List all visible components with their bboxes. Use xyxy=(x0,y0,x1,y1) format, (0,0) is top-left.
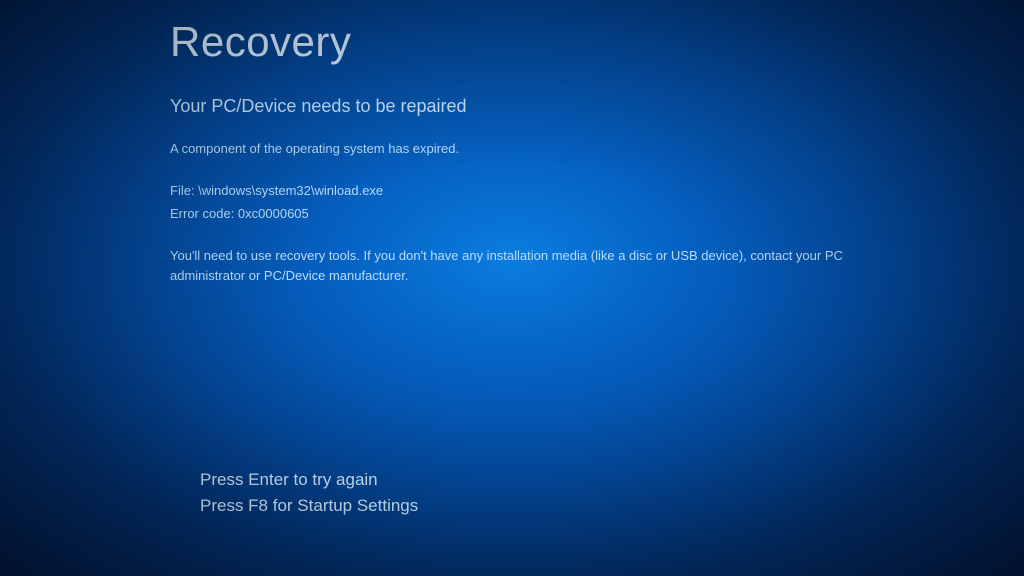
recovery-instructions: You'll need to use recovery tools. If yo… xyxy=(170,246,910,288)
key-actions: Press Enter to try again Press F8 for St… xyxy=(200,470,418,522)
expired-block: A component of the operating system has … xyxy=(170,139,930,159)
file-error-block: File: \windows\system32\winload.exe Erro… xyxy=(170,181,930,224)
enter-action: Press Enter to try again xyxy=(200,470,418,490)
page-title: Recovery xyxy=(170,18,930,66)
repair-subtitle: Your PC/Device needs to be repaired xyxy=(170,96,930,117)
expired-message: A component of the operating system has … xyxy=(170,139,930,159)
file-path: File: \windows\system32\winload.exe xyxy=(170,181,930,201)
recovery-screen: Recovery Your PC/Device needs to be repa… xyxy=(170,18,930,287)
error-code: Error code: 0xc0000605 xyxy=(170,204,930,224)
f8-action: Press F8 for Startup Settings xyxy=(200,496,418,516)
